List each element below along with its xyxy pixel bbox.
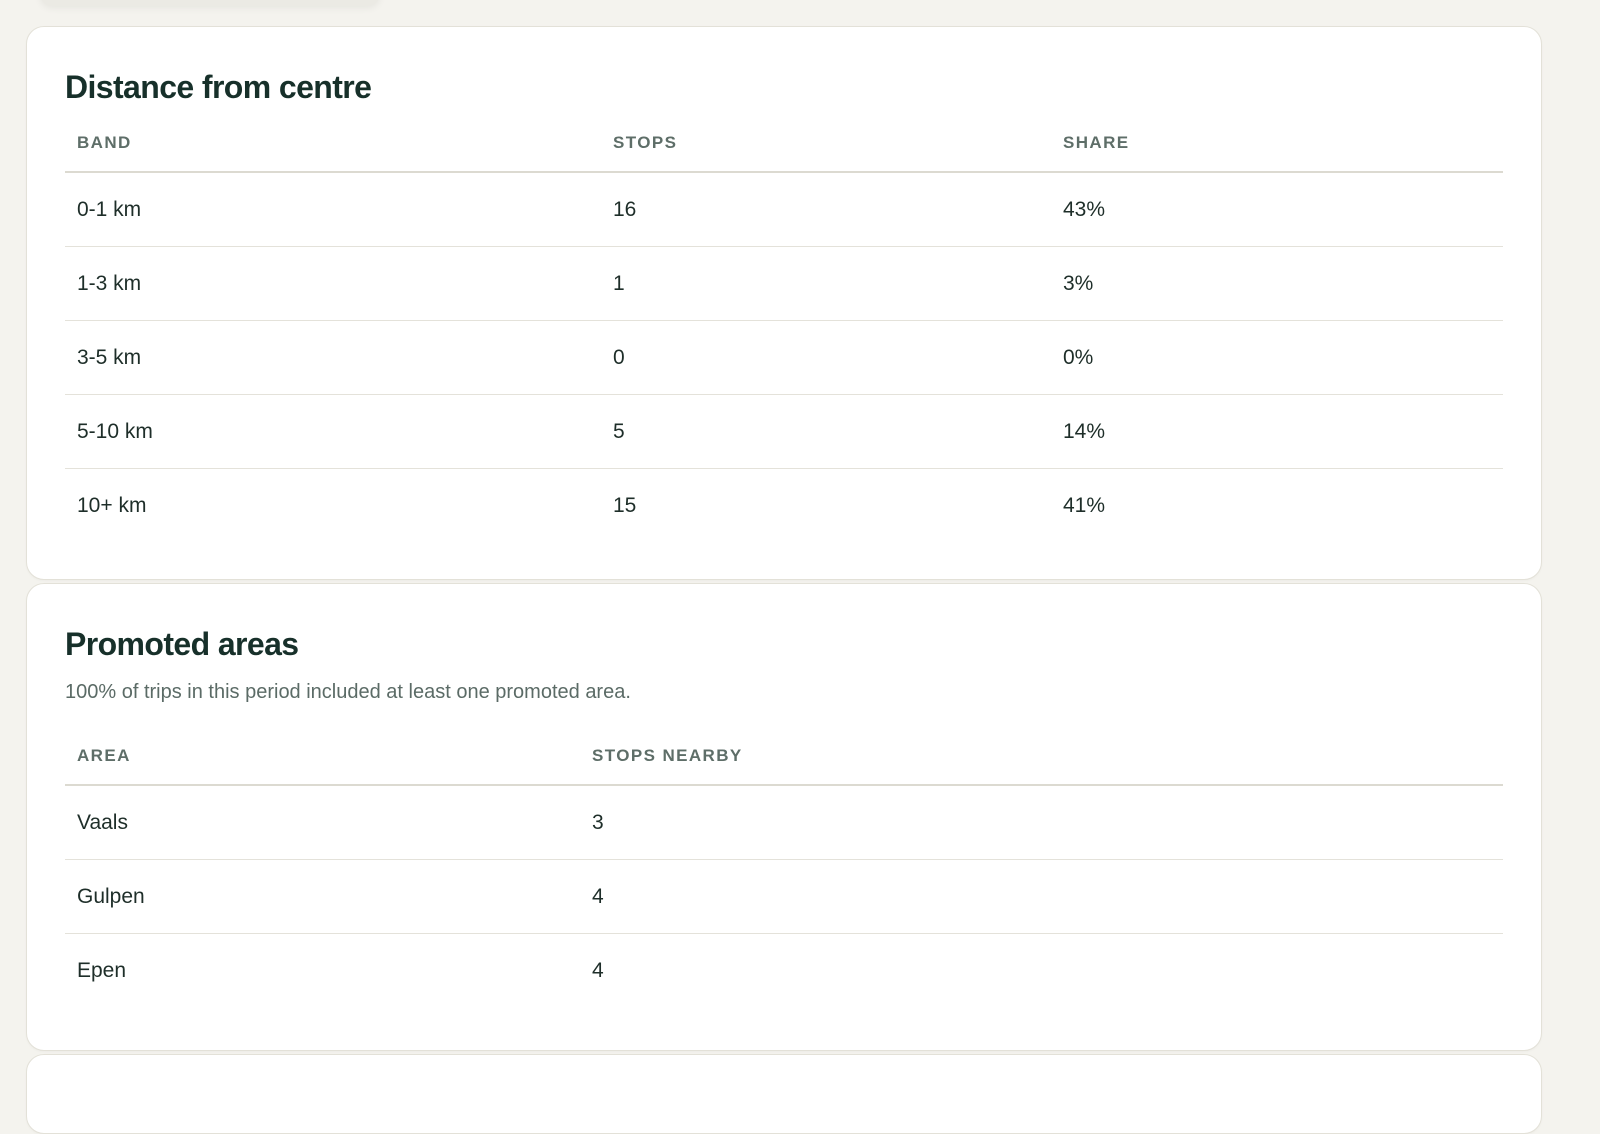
column-header-stops: STOPS [601,115,1051,173]
next-card-edge [26,1054,1542,1134]
stops-cell: 16 [601,172,1051,247]
previous-card-edge [40,0,380,6]
column-header-area: AREA [65,728,580,786]
table-row: 0-1 km 16 43% [65,172,1503,247]
stops-nearby-cell: 3 [580,785,1503,860]
promoted-card-title: Promoted areas [65,626,299,662]
table-row: 5-10 km 5 14% [65,394,1503,469]
distance-table: BAND STOPS SHARE 0-1 km 16 43% 1-3 km 1 … [65,115,1503,542]
area-cell: Gulpen [65,859,580,934]
stops-cell: 1 [601,246,1051,321]
column-header-band: BAND [65,115,601,173]
band-cell: 5-10 km [65,394,601,469]
stops-nearby-cell: 4 [580,859,1503,934]
stops-cell: 15 [613,493,637,517]
band-cell: 1-3 km [65,246,601,321]
stops-nearby-cell: 4 [592,958,604,982]
column-header-stops-nearby: STOPS NEARBY [580,728,1503,786]
band-cell: 3-5 km [65,320,601,395]
table-row: Gulpen 4 [65,859,1503,934]
share-cell: 14% [1051,394,1503,469]
share-cell: 3% [1051,246,1503,321]
band-cell: 10+ km [77,493,147,517]
distance-card-title: Distance from centre [65,69,372,105]
table-row: 3-5 km 0 0% [65,320,1503,395]
table-header-row: AREA STOPS NEARBY [65,728,1503,786]
table-row: Vaals 3 [65,785,1503,860]
share-cell: 43% [1051,172,1503,247]
share-cell: 41% [1063,493,1106,517]
table-row: 1-3 km 1 3% [65,246,1503,321]
band-cell: 0-1 km [65,172,601,247]
share-cell: 0% [1051,320,1503,395]
area-cell: Epen [77,958,127,982]
area-cell: Vaals [65,785,580,860]
promoted-card-description: 100% of trips in this period included at… [65,681,631,703]
promoted-areas-card: Promoted areas 100% of trips in this per… [26,583,1542,1051]
promoted-areas-table: AREA STOPS NEARBY Vaals 3 Gulpen 4 Epen … [65,728,1503,1007]
table-row: Epen 4 [65,934,1503,1008]
column-header-share: SHARE [1051,115,1503,173]
distance-from-centre-card: Distance from centre BAND STOPS SHARE 0-… [26,26,1542,580]
stops-cell: 5 [601,394,1051,469]
table-row: 10+ km 15 41% [65,469,1503,543]
stops-cell: 0 [601,320,1051,395]
table-header-row: BAND STOPS SHARE [65,115,1503,173]
